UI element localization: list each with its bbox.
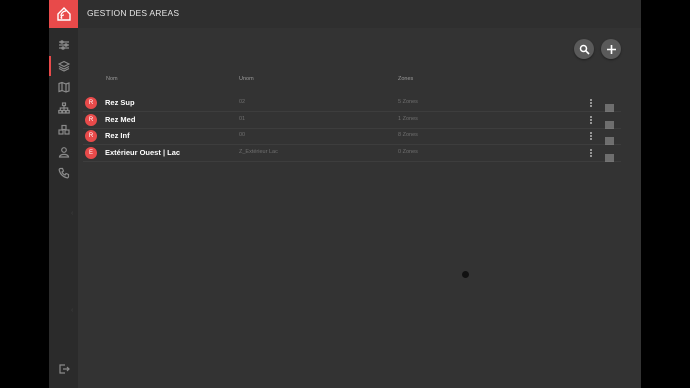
column-header-nom[interactable]: Nom (106, 76, 118, 82)
sidebar-item-users[interactable] (49, 142, 78, 162)
area-badge: R (85, 114, 97, 126)
column-header-unom[interactable]: Unom (239, 76, 254, 82)
page-title: GESTION DES AREAS (87, 8, 180, 18)
more-vertical-icon (590, 99, 592, 107)
row-zones-list-button[interactable] (605, 99, 614, 112)
table-row[interactable]: R Rez Inf 00 8 Zones (83, 128, 621, 145)
search-icon (579, 44, 590, 55)
row-zones-list-button[interactable] (605, 132, 614, 145)
column-header-zones[interactable]: Zones (398, 76, 413, 82)
sidebar-item-hierarchy[interactable] (49, 98, 78, 118)
area-name: Rez Sup (105, 98, 135, 107)
sidebar-item-map[interactable] (49, 77, 78, 97)
more-vertical-icon (590, 149, 592, 157)
home-wifi-icon (56, 7, 71, 21)
row-zones-list-button[interactable] (605, 149, 614, 162)
more-vertical-icon (590, 132, 592, 140)
area-badge: R (85, 97, 97, 109)
sidebar-item-settings[interactable] (49, 35, 78, 55)
sidebar-item-groups[interactable] (49, 120, 78, 140)
logout-button[interactable] (49, 359, 78, 379)
hierarchy-icon (57, 102, 70, 114)
logout-icon (58, 364, 70, 374)
sidebar-item-phone[interactable] (49, 163, 78, 183)
area-name: Extérieur Ouest | Lac (105, 148, 181, 157)
area-name: Rez Med (105, 115, 136, 124)
more-vertical-icon (590, 116, 592, 124)
chevron-left-icon: ‹ (71, 210, 74, 217)
list-icon (605, 104, 614, 112)
area-unom: 00 (239, 132, 246, 138)
chevron-left-icon: ‹ (71, 307, 74, 314)
row-menu-button[interactable] (589, 98, 593, 108)
layers-icon (57, 60, 70, 72)
area-zones: 8 Zones (398, 132, 418, 138)
add-area-button[interactable] (601, 39, 621, 59)
row-menu-button[interactable] (589, 148, 593, 158)
table-row[interactable]: R Rez Sup 02 5 Zones (83, 95, 621, 112)
phone-icon (58, 167, 69, 179)
area-unom: Z_Extérieur Lac (239, 149, 278, 155)
cursor-dot (462, 271, 469, 278)
area-badge: R (85, 130, 97, 142)
table-row[interactable]: R Rez Med 01 1 Zones (83, 112, 621, 129)
search-button[interactable] (574, 39, 594, 59)
area-name: Rez Inf (105, 131, 130, 140)
user-icon (58, 147, 69, 158)
app-window: GESTION DES AREAS Nom Unom Zones R Rez S… (49, 0, 641, 388)
row-zones-list-button[interactable] (605, 116, 614, 129)
area-badge: E (85, 147, 97, 159)
plus-icon (606, 44, 616, 54)
header-bar: GESTION DES AREAS (78, 0, 641, 28)
settings-sliders-icon (58, 40, 69, 50)
table-row[interactable]: E Extérieur Ouest | Lac Z_Extérieur Lac … (83, 145, 621, 162)
area-zones: 1 Zones (398, 116, 418, 122)
area-zones: 0 Zones (398, 149, 418, 155)
map-icon (57, 81, 70, 93)
list-icon (605, 137, 614, 145)
sidebar (49, 0, 78, 388)
row-menu-button[interactable] (589, 131, 593, 141)
area-unom: 01 (239, 116, 246, 122)
area-unom: 02 (239, 99, 246, 105)
sidebar-item-areas[interactable] (49, 56, 78, 76)
area-zones: 5 Zones (398, 99, 418, 105)
row-menu-button[interactable] (589, 115, 593, 125)
groups-icon (57, 124, 70, 135)
logo[interactable] (49, 0, 78, 28)
list-icon (605, 154, 614, 162)
